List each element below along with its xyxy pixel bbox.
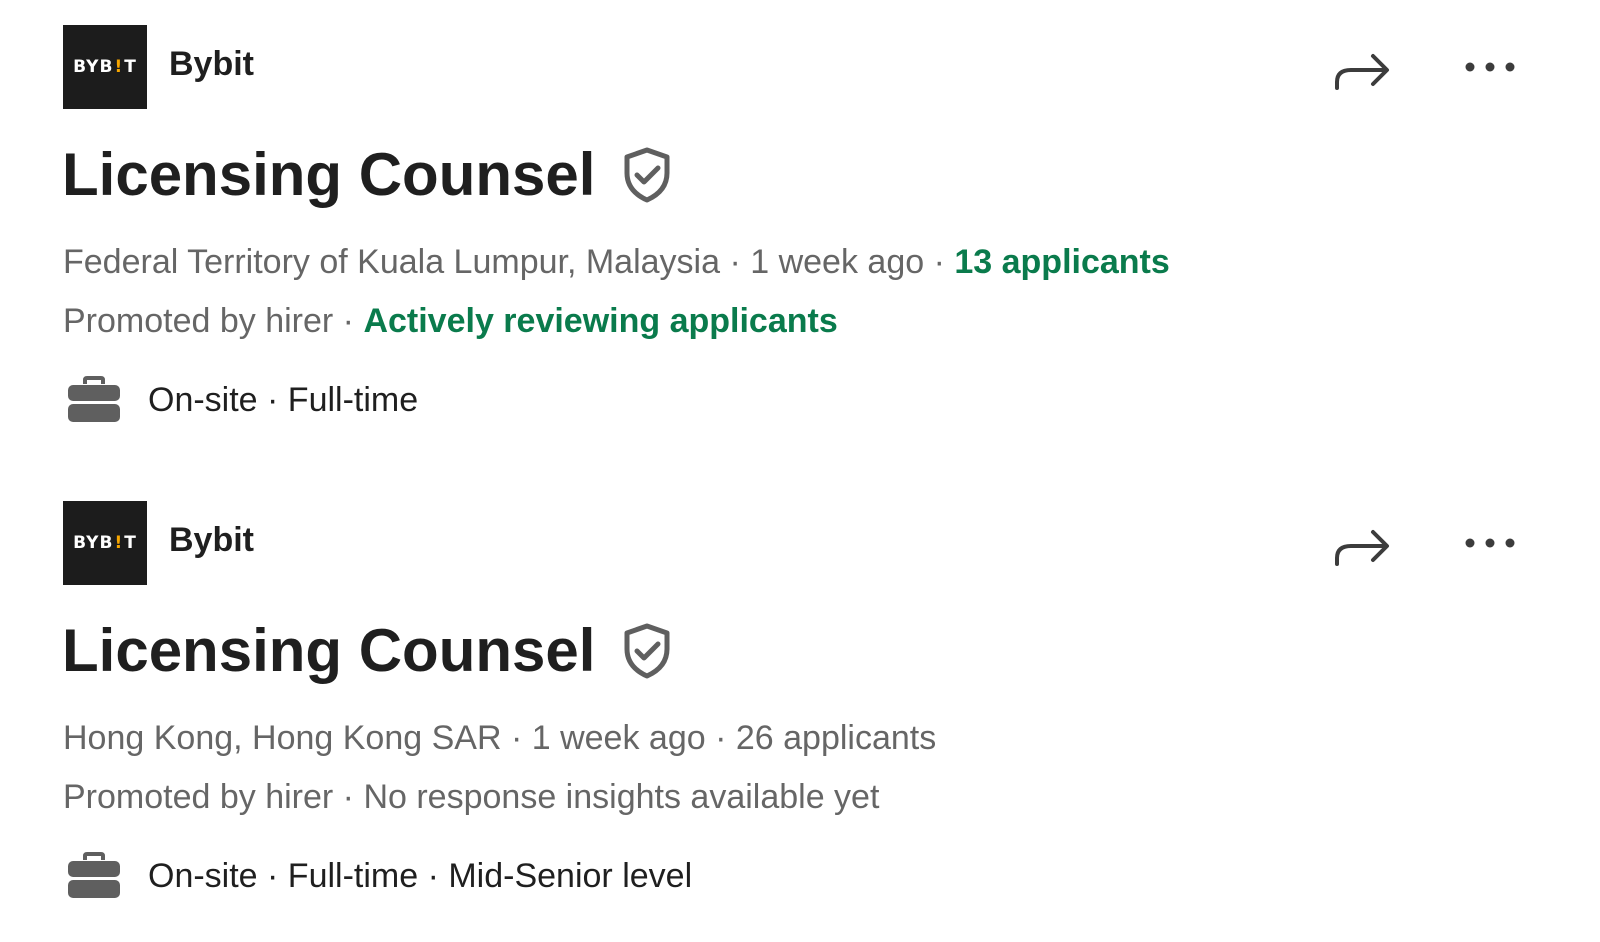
briefcase-icon	[68, 376, 120, 422]
more-options-button[interactable]	[1460, 48, 1524, 88]
job-meta-line: Hong Kong, Hong Kong SAR · 1 week ago · …	[63, 719, 936, 758]
more-horizontal-icon	[1465, 62, 1515, 72]
share-button[interactable]	[1333, 44, 1393, 94]
job-type-row: On-site · Full-time · Mid-Senior level	[66, 852, 692, 900]
promoted-label: Promoted by hirer	[63, 778, 334, 816]
job-type-text: On-site · Full-time	[148, 380, 419, 419]
company-logo[interactable]: BYB! T	[63, 501, 147, 585]
job-title-text: Licensing Counsel	[62, 141, 596, 208]
company-name[interactable]: Bybit	[169, 45, 254, 84]
posted-time: 1 week ago	[750, 243, 925, 281]
share-arrow-icon	[1335, 54, 1389, 90]
separator: ·	[705, 719, 736, 757]
job-card[interactable]: BYB! T Bybit Licensing Counsel Federal Te…	[0, 0, 1600, 466]
separator: ·	[333, 778, 364, 816]
share-button[interactable]	[1333, 520, 1393, 570]
applicant-count: 26 applicants	[735, 719, 937, 757]
more-horizontal-icon	[1465, 538, 1515, 548]
job-location: Hong Kong, Hong Kong SAR	[63, 719, 502, 757]
logo-mark: !	[114, 533, 124, 553]
separator: ·	[501, 719, 532, 757]
posted-time: 1 week ago	[531, 719, 706, 757]
briefcase-icon	[68, 852, 120, 898]
promoted-label: Promoted by hirer	[63, 302, 334, 340]
hiring-status: No response insights available yet	[363, 778, 880, 816]
logo-text-left: BYB	[73, 533, 114, 553]
separator: ·	[333, 302, 364, 340]
separator: ·	[720, 243, 751, 281]
job-location: Federal Territory of Kuala Lumpur, Malay…	[63, 243, 721, 281]
shield-check-icon	[624, 623, 670, 678]
job-title-text: Licensing Counsel	[62, 617, 596, 684]
applicant-count: 13 applicants	[954, 243, 1170, 281]
company-logo[interactable]: BYB! T	[63, 25, 147, 109]
job-insight-line: Promoted by hirer · Actively reviewing a…	[63, 302, 838, 341]
job-title[interactable]: Licensing Counsel	[62, 140, 673, 209]
job-meta-line: Federal Territory of Kuala Lumpur, Malay…	[63, 243, 1170, 282]
more-options-button[interactable]	[1460, 524, 1524, 564]
logo-text-right: T	[124, 57, 137, 77]
job-card[interactable]: BYB! T Bybit Licensing Counsel Hong Kong,…	[0, 476, 1600, 942]
logo-text-left: BYB	[73, 57, 114, 77]
company-name[interactable]: Bybit	[169, 521, 254, 560]
job-type-row: On-site · Full-time	[66, 376, 418, 424]
separator: ·	[924, 243, 955, 281]
logo-text-right: T	[124, 533, 137, 553]
logo-mark: !	[114, 57, 124, 77]
job-type-text: On-site · Full-time · Mid-Senior level	[148, 856, 693, 895]
hiring-status: Actively reviewing applicants	[363, 302, 838, 340]
job-title[interactable]: Licensing Counsel	[62, 616, 673, 685]
shield-check-icon	[624, 147, 670, 202]
job-insight-line: Promoted by hirer · No response insights…	[63, 778, 879, 817]
share-arrow-icon	[1335, 530, 1389, 566]
